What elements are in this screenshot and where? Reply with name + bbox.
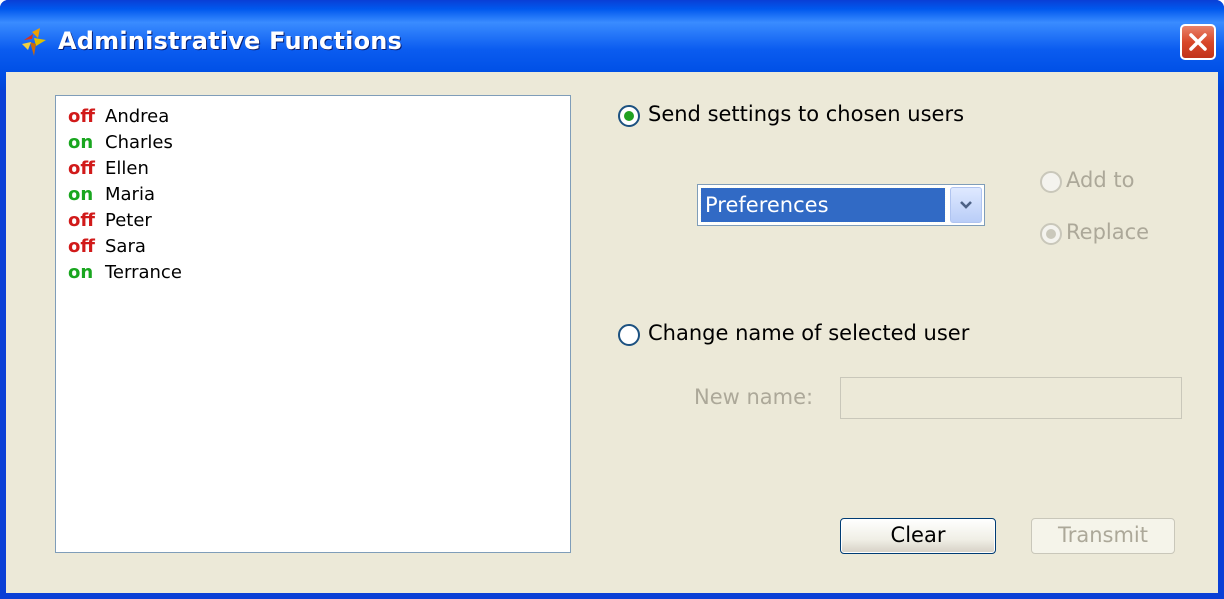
settings-dropdown[interactable]: Preferences bbox=[697, 184, 985, 226]
change-name-label: Change name of selected user bbox=[648, 321, 970, 345]
clear-button[interactable]: Clear bbox=[840, 518, 996, 554]
user-name: Ellen bbox=[105, 158, 149, 179]
list-item[interactable]: on Charles bbox=[68, 130, 570, 156]
radio-selected-dot bbox=[1046, 229, 1056, 239]
close-icon bbox=[1189, 33, 1207, 51]
user-list[interactable]: off Andrea on Charles off Ellen on Maria off Pete… bbox=[55, 95, 571, 553]
dialog-body: off Andrea on Charles off Ellen on Maria off Pete… bbox=[6, 72, 1218, 593]
list-item[interactable]: on Terrance bbox=[68, 260, 570, 286]
user-status: on bbox=[68, 132, 94, 153]
user-status: off bbox=[68, 106, 95, 127]
window-title: Administrative Functions bbox=[58, 27, 403, 55]
user-status: off bbox=[68, 210, 95, 231]
list-item[interactable]: on Maria bbox=[68, 182, 570, 208]
user-status: off bbox=[68, 236, 95, 257]
user-name: Charles bbox=[105, 132, 173, 153]
add-to-label: Add to bbox=[1066, 168, 1135, 192]
send-settings-label: Send settings to chosen users bbox=[648, 102, 965, 126]
user-name: Maria bbox=[105, 184, 155, 205]
add-to-radio[interactable] bbox=[1040, 171, 1062, 193]
send-settings-radio[interactable] bbox=[618, 105, 640, 127]
user-name: Peter bbox=[105, 210, 152, 231]
replace-label: Replace bbox=[1066, 220, 1150, 244]
new-name-input[interactable] bbox=[840, 377, 1182, 419]
transmit-button[interactable]: Transmit bbox=[1031, 518, 1175, 554]
list-item[interactable]: off Andrea bbox=[68, 104, 570, 130]
dropdown-button[interactable] bbox=[950, 187, 982, 223]
list-item[interactable]: off Peter bbox=[68, 208, 570, 234]
user-status: on bbox=[68, 184, 94, 205]
user-status: on bbox=[68, 262, 94, 283]
list-item[interactable]: off Sara bbox=[68, 234, 570, 260]
change-name-radio[interactable] bbox=[618, 324, 640, 346]
dropdown-selected-value: Preferences bbox=[700, 187, 946, 223]
user-name: Andrea bbox=[105, 106, 170, 127]
user-name: Sara bbox=[105, 236, 146, 257]
app-icon bbox=[22, 28, 46, 56]
dialog-window: Administrative Functions off Andrea on Char… bbox=[0, 0, 1224, 599]
new-name-label: New name: bbox=[694, 385, 814, 409]
list-item[interactable]: off Ellen bbox=[68, 156, 570, 182]
user-status: off bbox=[68, 158, 95, 179]
radio-selected-dot bbox=[624, 111, 634, 121]
replace-radio[interactable] bbox=[1040, 223, 1062, 245]
chevron-down-icon bbox=[960, 201, 972, 209]
user-name: Terrance bbox=[105, 262, 182, 283]
close-button[interactable] bbox=[1180, 24, 1216, 60]
